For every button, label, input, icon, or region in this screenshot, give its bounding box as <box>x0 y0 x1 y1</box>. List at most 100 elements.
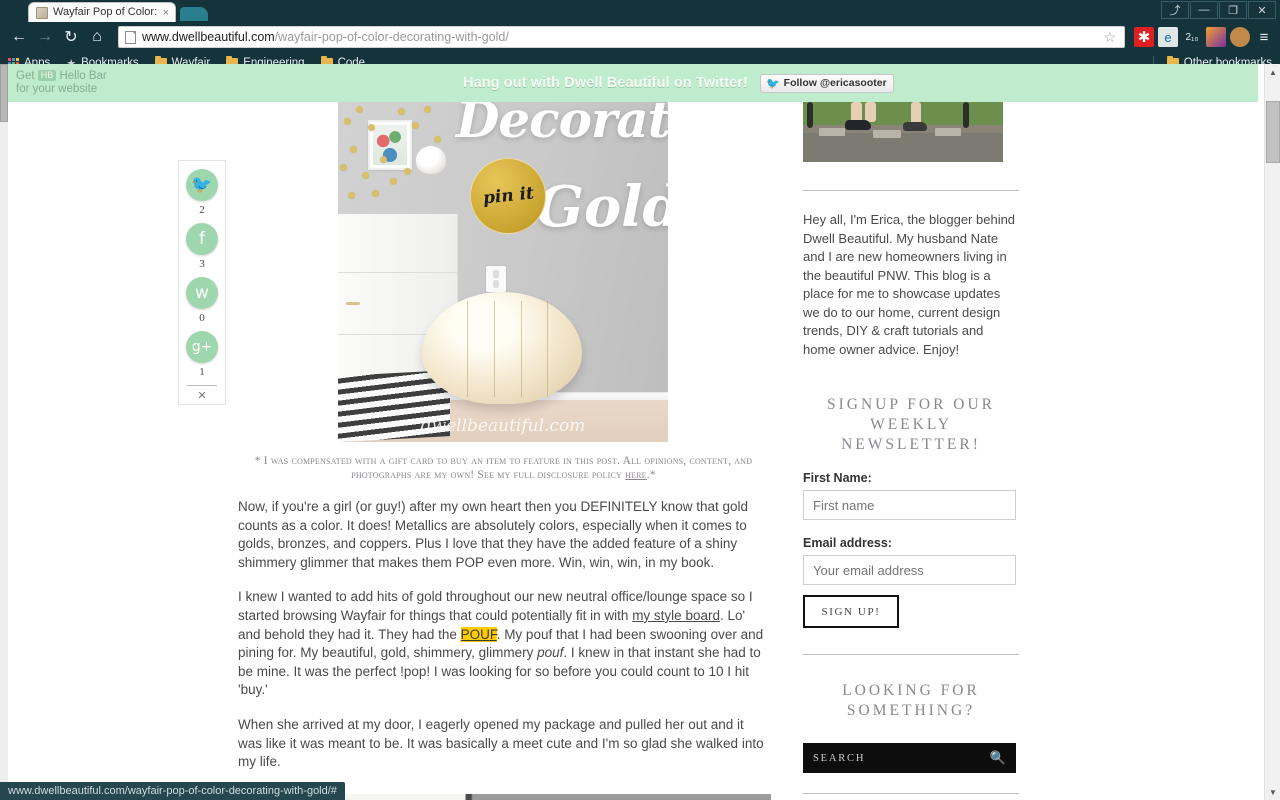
inner-scrollbar-left[interactable] <box>0 64 8 800</box>
pouf-link[interactable]: POUF <box>460 626 497 642</box>
share-twitter-count: 2 <box>199 204 205 216</box>
page-sidebar: Hey all, I'm Erica, the blogger behind D… <box>803 102 1033 800</box>
article-paragraph-2: I knew I wanted to add hits of gold thro… <box>236 588 771 700</box>
photo-dresser-knob <box>346 302 360 305</box>
new-tab-button[interactable] <box>180 7 208 21</box>
disclosure-link[interactable]: here <box>625 469 647 481</box>
share-twitter-button[interactable]: 🐦 <box>186 169 218 201</box>
hello-bar-promo-line2: for your website <box>16 83 98 95</box>
sidebar-photo[interactable] <box>803 102 1003 162</box>
url-domain: www.dwellbeautiful.com <box>142 30 275 44</box>
article-body: Decorating Gold pin it dwellbeautiful.co… <box>236 102 771 800</box>
newsletter-heading-line1: SIGNUP FOR OUR <box>826 396 996 413</box>
share-facebook-count: 3 <box>199 258 205 270</box>
hello-bar-headline: Hang out with Dwell Beautiful on Twitter… <box>463 75 748 91</box>
search-heading-line1: LOOKING FOR <box>842 682 980 699</box>
bookmark-star-icon[interactable]: ☆ <box>1103 29 1118 46</box>
browser-tab[interactable]: Wayfair Pop of Color: Dec × <box>28 2 176 22</box>
reload-icon[interactable]: ↻ <box>58 24 84 50</box>
pin-it-button[interactable]: pin it <box>470 158 546 234</box>
twitter-bird-icon: 🐦 <box>765 77 780 90</box>
article-paragraph-1: Now, if you're a girl (or guy!) after my… <box>238 499 749 570</box>
newsletter-heading-line2: WEEKLY NEWSLETTER! <box>841 416 981 453</box>
p2-italic-pouf: pouf <box>537 645 564 661</box>
status-bar: www.dwellbeautiful.com/wayfair-pop-of-co… <box>0 782 345 800</box>
disclosure-text-after: .* <box>646 469 656 481</box>
search-icon[interactable]: 🔍 <box>990 750 1006 766</box>
hello-bar-logo-icon: HB <box>37 70 57 81</box>
hello-bar-get-suffix: Hello Bar <box>59 70 107 82</box>
url-path: /wayfair-pop-of-color-decorating-with-go… <box>274 30 509 44</box>
scroll-up-icon[interactable]: ▲ <box>1265 64 1280 80</box>
newsletter-heading: SIGNUP FOR OUR WEEKLY NEWSLETTER! <box>803 395 1019 455</box>
minimize-button[interactable]: — <box>1190 1 1218 19</box>
counter-icon[interactable]: 2₁₀ <box>1182 27 1202 47</box>
window-controls: ⤴ — ❐ ✕ <box>1161 1 1276 19</box>
navigation-toolbar: ← → ↻ ⌂ www.dwellbeautiful.com/wayfair-p… <box>0 22 1280 52</box>
share-googleplus-button[interactable]: g+ <box>186 331 218 363</box>
page-info-icon <box>125 30 136 44</box>
maximize-button[interactable]: ❐ <box>1219 1 1247 19</box>
share-facebook-button[interactable]: f <box>186 223 218 255</box>
page-viewport: Get HB Hello Bar for your website Hang o… <box>0 64 1280 800</box>
hello-bar-get-prefix: Get <box>16 70 35 82</box>
search-heading-line2: SOMETHING? <box>846 702 976 719</box>
sidebar-divider-2 <box>803 654 1019 655</box>
ie-tab-icon[interactable]: e <box>1158 27 1178 47</box>
browser-window: Wayfair Pop of Color: Dec × ⤴ — ❐ ✕ ← → … <box>0 0 1280 800</box>
restore-user-button[interactable]: ⤴ <box>1161 1 1189 19</box>
share-googleplus-count: 1 <box>199 366 205 378</box>
about-text: Hey all, I'm Erica, the blogger behind D… <box>803 212 1016 357</box>
search-heading: LOOKING FOR SOMETHING? <box>803 681 1019 721</box>
twitter-follow-button[interactable]: 🐦 Follow @ericasooter <box>759 73 894 93</box>
signup-button[interactable]: SIGN UP! <box>803 595 899 628</box>
sidebar-divider-1 <box>803 190 1019 191</box>
photo-gold-confetti <box>338 102 488 222</box>
scrollbar-thumb[interactable] <box>1266 101 1280 163</box>
hero-photo <box>338 102 668 442</box>
disclosure-note: * I was compensated with a gift card to … <box>236 454 771 482</box>
forward-icon[interactable]: → <box>32 24 58 50</box>
hello-bar-promo[interactable]: Get HB Hello Bar for your website <box>16 70 107 96</box>
evernote-icon[interactable] <box>1206 27 1226 47</box>
tab-strip: Wayfair Pop of Color: Dec × ⤴ — ❐ ✕ <box>0 0 1280 22</box>
hero-watermark: dwellbeautiful.com <box>420 416 586 436</box>
photo-gold-pouf <box>422 292 582 404</box>
adblock-icon[interactable]: ✱ <box>1134 27 1154 47</box>
share-close-icon[interactable]: ✕ <box>187 385 217 402</box>
share-pinterest-button[interactable]: w <box>186 277 218 309</box>
url-text: www.dwellbeautiful.com/wayfair-pop-of-co… <box>142 30 509 44</box>
tab-close-icon[interactable]: × <box>163 7 169 19</box>
style-board-link[interactable]: my style board <box>632 608 720 623</box>
search-input[interactable]: SEARCH <box>813 753 990 764</box>
close-window-button[interactable]: ✕ <box>1248 1 1276 19</box>
back-icon[interactable]: ← <box>6 24 32 50</box>
social-share-rail: 🐦 2 f 3 w 0 g+ 1 ✕ <box>178 160 226 405</box>
extension-icons: ✱ e 2₁₀ ≡ <box>1130 27 1274 47</box>
hello-bar-content: Hang out with Dwell Beautiful on Twitter… <box>463 64 894 102</box>
pin-it-label: pin it <box>481 183 535 209</box>
home-icon[interactable]: ⌂ <box>84 24 110 50</box>
sidebar-divider-3 <box>803 793 1019 794</box>
twitter-follow-label: Follow @ericasooter <box>783 77 887 89</box>
inner-scrollbar-thumb[interactable] <box>0 64 8 122</box>
profile-avatar-icon[interactable] <box>1230 27 1250 47</box>
hero-image[interactable]: Decorating Gold pin it dwellbeautiful.co… <box>338 102 668 442</box>
page-content: 🐦 2 f 3 w 0 g+ 1 ✕ Decorat Gold pin it d… <box>8 102 1258 800</box>
disclosure-text-before: * I was compensated with a gift card to … <box>254 455 753 481</box>
photo-wall-outlet <box>486 266 506 292</box>
share-pinterest-count: 0 <box>199 312 205 324</box>
article-paragraph-3: When she arrived at my door, I eagerly o… <box>238 716 764 770</box>
first-name-input[interactable] <box>803 490 1016 520</box>
first-name-label: First Name: <box>803 471 872 485</box>
tab-favicon-icon <box>36 6 48 19</box>
search-box[interactable]: SEARCH 🔍 <box>803 743 1016 773</box>
scroll-down-icon[interactable]: ▼ <box>1265 784 1280 800</box>
hello-bar: Get HB Hello Bar for your website Hang o… <box>8 64 1258 102</box>
browser-scrollbar[interactable]: ▲ ▼ <box>1264 64 1280 800</box>
address-bar[interactable]: www.dwellbeautiful.com/wayfair-pop-of-co… <box>118 26 1125 48</box>
chrome-menu-icon[interactable]: ≡ <box>1254 27 1274 47</box>
email-label: Email address: <box>803 536 892 550</box>
tab-title: Wayfair Pop of Color: Dec <box>53 6 160 18</box>
email-input[interactable] <box>803 555 1016 585</box>
